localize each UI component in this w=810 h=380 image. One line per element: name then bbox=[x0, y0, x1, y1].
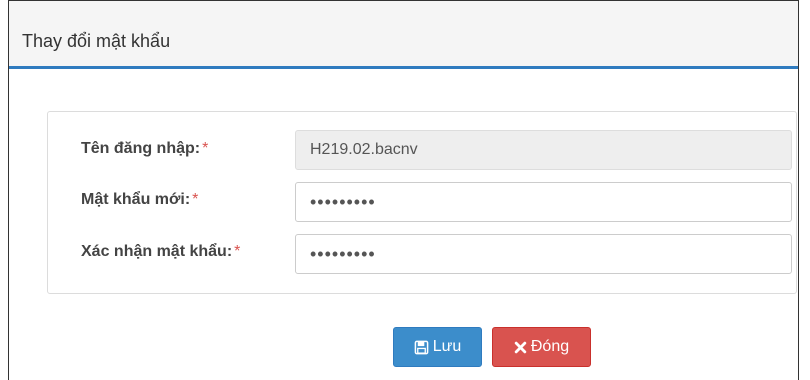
required-mark: * bbox=[192, 191, 199, 208]
new-password-field[interactable] bbox=[295, 182, 792, 222]
required-mark: * bbox=[202, 140, 209, 157]
username-label: Tên đăng nhập: * bbox=[81, 140, 208, 158]
confirm-password-field[interactable] bbox=[295, 234, 792, 274]
new-password-label: Mật khẩu mới: * bbox=[81, 191, 198, 209]
confirm-password-label-text: Xác nhận mật khẩu: bbox=[81, 243, 233, 260]
save-button[interactable]: Lưu bbox=[393, 327, 482, 367]
change-password-dialog: Thay đổi mật khẩu Tên đăng nhập:* Mật kh… bbox=[8, 0, 799, 380]
dialog-header: Thay đổi mật khẩu bbox=[9, 1, 798, 69]
username-label-text: Tên đăng nhập: bbox=[81, 140, 201, 157]
username-field bbox=[295, 130, 792, 170]
dialog-title: Thay đổi mật khẩu bbox=[22, 31, 171, 51]
required-mark: * bbox=[234, 243, 241, 260]
confirm-password-label: Xác nhận mật khẩu: * bbox=[81, 243, 240, 261]
close-button-label: Đóng bbox=[530, 338, 570, 355]
form-panel: Tên đăng nhập:* Mật khẩu mới:* Xác nhận … bbox=[47, 111, 797, 294]
new-password-label-text: Mật khẩu mới: bbox=[81, 191, 191, 208]
close-button[interactable]: Đóng bbox=[492, 327, 591, 367]
x-icon bbox=[514, 341, 527, 354]
floppy-disk-icon bbox=[414, 340, 429, 355]
save-button-label: Lưu bbox=[432, 338, 462, 355]
